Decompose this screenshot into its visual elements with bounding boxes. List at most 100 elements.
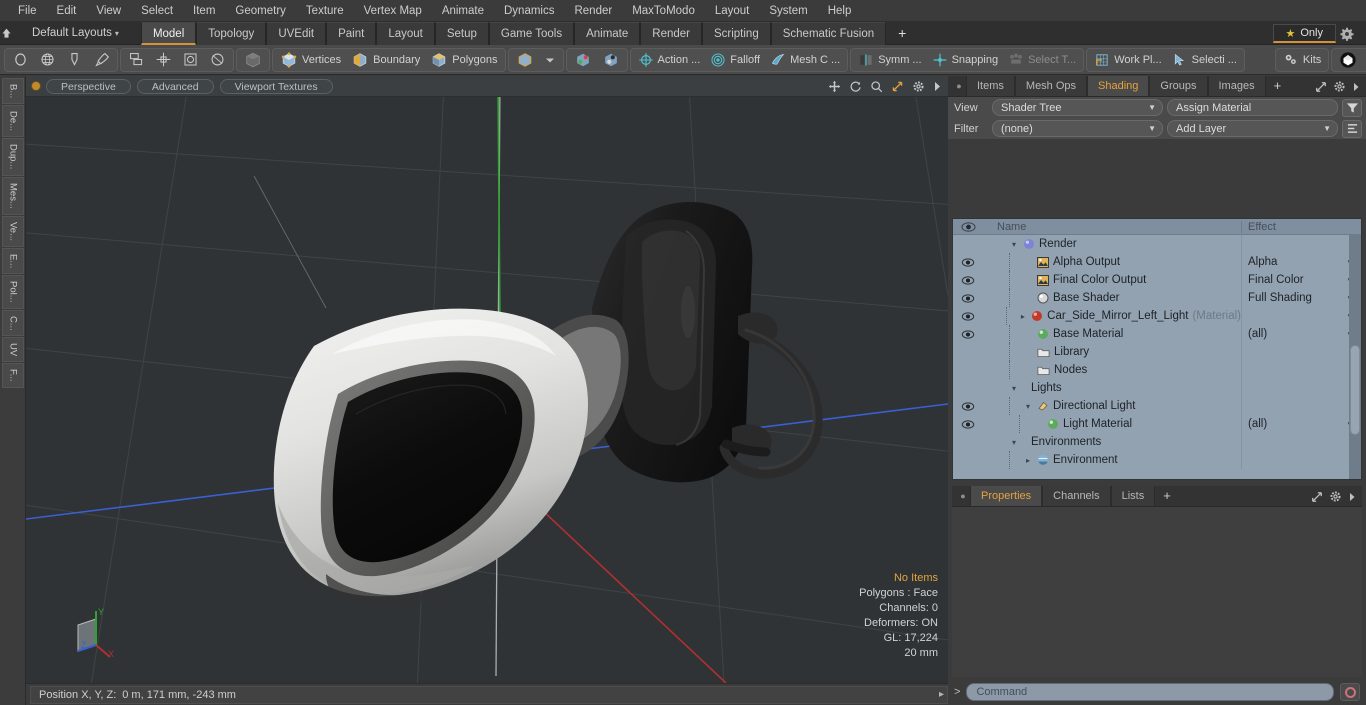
viewport-projection-dropdown[interactable]: Perspective	[46, 78, 131, 94]
menu-item-select[interactable]: Select	[131, 0, 183, 22]
tab-animate[interactable]: Animate	[574, 21, 641, 45]
menu-item-help[interactable]: Help	[818, 0, 862, 22]
tab-mesh-ops[interactable]: Mesh Ops	[1014, 76, 1088, 96]
viewport-dot[interactable]	[32, 82, 40, 90]
command-input[interactable]: Command	[966, 683, 1334, 701]
select-through-button[interactable]: Select T...	[1003, 49, 1081, 71]
twirl-icon[interactable]: ▾	[1009, 384, 1019, 393]
twirl-icon[interactable]: ▾	[1023, 402, 1033, 411]
zoom-view-icon[interactable]	[870, 80, 883, 93]
table-row[interactable]: ▸ Car_Side_Mirror_Left_Light (Material) …	[953, 307, 1361, 325]
viewport-shading-dropdown[interactable]: Advanced	[136, 78, 214, 94]
menu-item-layout[interactable]: Layout	[705, 0, 760, 22]
move-icon[interactable]	[150, 49, 177, 71]
action-center-button[interactable]: Action ...	[633, 49, 706, 71]
selection-mode-polygons[interactable]: Polygons	[425, 49, 502, 71]
globe-icon[interactable]	[34, 49, 61, 71]
table-row[interactable]: ▾ Directional Light	[953, 397, 1361, 415]
menu-item-animate[interactable]: Animate	[432, 0, 494, 22]
brush-icon[interactable]	[88, 49, 115, 71]
assign-material-dropdown[interactable]: Assign Material	[1167, 99, 1338, 116]
left-tab-mesh-edit[interactable]: Mes...	[2, 176, 24, 215]
only-toggle-button[interactable]: ★ Only	[1272, 24, 1336, 43]
menu-item-item[interactable]: Item	[183, 0, 225, 22]
mesh-cube-icon[interactable]	[511, 49, 539, 71]
pen-icon[interactable]	[61, 49, 88, 71]
modo-icon[interactable]	[1334, 49, 1362, 71]
tab-render[interactable]: Render	[640, 21, 702, 45]
default-layouts-dropdown[interactable]: Default Layouts ▾	[24, 27, 127, 39]
panel-menu-icon[interactable]: ●	[956, 486, 970, 506]
menu-item-system[interactable]: System	[759, 0, 817, 22]
tab-layout[interactable]: Layout	[376, 21, 435, 45]
table-row[interactable]: · Nodes	[953, 361, 1361, 379]
tab-shading[interactable]: Shading	[1087, 76, 1150, 96]
row-effect-cell[interactable]: ▼	[1241, 307, 1361, 325]
kits-button[interactable]: Kits	[1278, 49, 1326, 71]
chevron-right-icon[interactable]	[1348, 492, 1356, 502]
tab-images[interactable]: Images	[1207, 76, 1266, 96]
tab-groups[interactable]: Groups	[1149, 76, 1208, 96]
tab-properties[interactable]: Properties	[970, 486, 1043, 506]
twirl-icon[interactable]: ▸	[1023, 456, 1033, 465]
twirl-icon[interactable]: ▸	[1019, 312, 1028, 321]
row-visibility-toggle[interactable]	[953, 311, 983, 321]
tab-schematic-fusion[interactable]: Schematic Fusion	[770, 21, 887, 45]
shader-tree-scrollbar[interactable]	[1349, 235, 1361, 479]
tab-scripting[interactable]: Scripting	[701, 21, 771, 45]
add-properties-tab-button[interactable]: +	[1155, 486, 1179, 506]
select-less-icon[interactable]	[569, 49, 597, 71]
filter-dropdown[interactable]: (none) ▼	[992, 120, 1163, 137]
table-row[interactable]: · Alpha Output Alpha▼	[953, 253, 1361, 271]
mesh-constraint-button[interactable]: Mesh C ...	[765, 49, 845, 71]
add-tab-button[interactable]: +	[886, 22, 918, 45]
table-row[interactable]: ▸ Environment	[953, 451, 1361, 469]
row-visibility-toggle[interactable]	[953, 401, 983, 411]
tab-items[interactable]: Items	[966, 76, 1015, 96]
viewport-textures-dropdown[interactable]: Viewport Textures	[219, 78, 333, 94]
symmetry-button[interactable]: Symm ...	[853, 49, 926, 71]
falloff-button[interactable]: Falloff	[705, 49, 765, 71]
twirl-icon[interactable]: ▾	[1009, 438, 1019, 447]
tab-channels[interactable]: Channels	[1042, 486, 1111, 506]
record-icon[interactable]	[1340, 683, 1360, 701]
table-row[interactable]: ▾ Environments	[953, 433, 1361, 451]
row-effect-cell[interactable]: (all)▼	[1241, 325, 1361, 343]
left-tab-duplicate[interactable]: Dup...	[2, 138, 24, 176]
menu-item-edit[interactable]: Edit	[47, 0, 87, 22]
fit-view-icon[interactable]	[891, 80, 904, 93]
gear-icon[interactable]	[912, 80, 925, 93]
menu-item-maxtomodo[interactable]: MaxToModo	[622, 0, 705, 22]
tab-model[interactable]: Model	[140, 21, 197, 45]
menu-item-render[interactable]: Render	[564, 0, 622, 22]
chevron-right-icon[interactable]	[1352, 82, 1360, 92]
menu-item-file[interactable]: File	[8, 0, 47, 22]
twirl-icon[interactable]: ▾	[1009, 240, 1019, 249]
left-tab-basic[interactable]: B...	[2, 78, 24, 105]
menu-item-view[interactable]: View	[86, 0, 131, 22]
chevron-right-icon[interactable]: ▸	[939, 689, 944, 700]
tab-setup[interactable]: Setup	[434, 21, 489, 45]
menu-item-texture[interactable]: Texture	[296, 0, 354, 22]
row-visibility-toggle[interactable]	[953, 293, 983, 303]
gear-icon[interactable]	[1333, 80, 1346, 93]
item-cube-icon[interactable]	[239, 49, 267, 71]
circle-icon[interactable]	[7, 49, 34, 71]
row-visibility-toggle[interactable]	[953, 257, 983, 267]
selection-mode-boundary[interactable]: Boundary	[346, 49, 425, 71]
menu-item-dynamics[interactable]: Dynamics	[494, 0, 564, 22]
table-row[interactable]: · Final Color Output Final Color▼	[953, 271, 1361, 289]
select-more-icon[interactable]	[597, 49, 625, 71]
unreal-icon[interactable]	[1362, 49, 1366, 71]
duplicate-icon[interactable]	[123, 49, 150, 71]
left-tab-polygon[interactable]: Pol...	[2, 274, 24, 309]
shader-tree[interactable]: Name Effect ▾ Render Alpha Output Alpha …	[952, 218, 1362, 480]
left-tab-vertex[interactable]: Ve...	[2, 215, 24, 247]
selection-button[interactable]: Selecti ...	[1167, 49, 1242, 71]
menu-item-geometry[interactable]: Geometry	[225, 0, 296, 22]
tab-game-tools[interactable]: Game Tools	[488, 21, 575, 45]
view-dropdown[interactable]: Shader Tree ▼	[992, 99, 1163, 116]
work-plane-button[interactable]: Work Pl...	[1089, 49, 1166, 71]
left-tab-fusion[interactable]: F...	[2, 363, 24, 389]
tab-paint[interactable]: Paint	[326, 21, 377, 45]
